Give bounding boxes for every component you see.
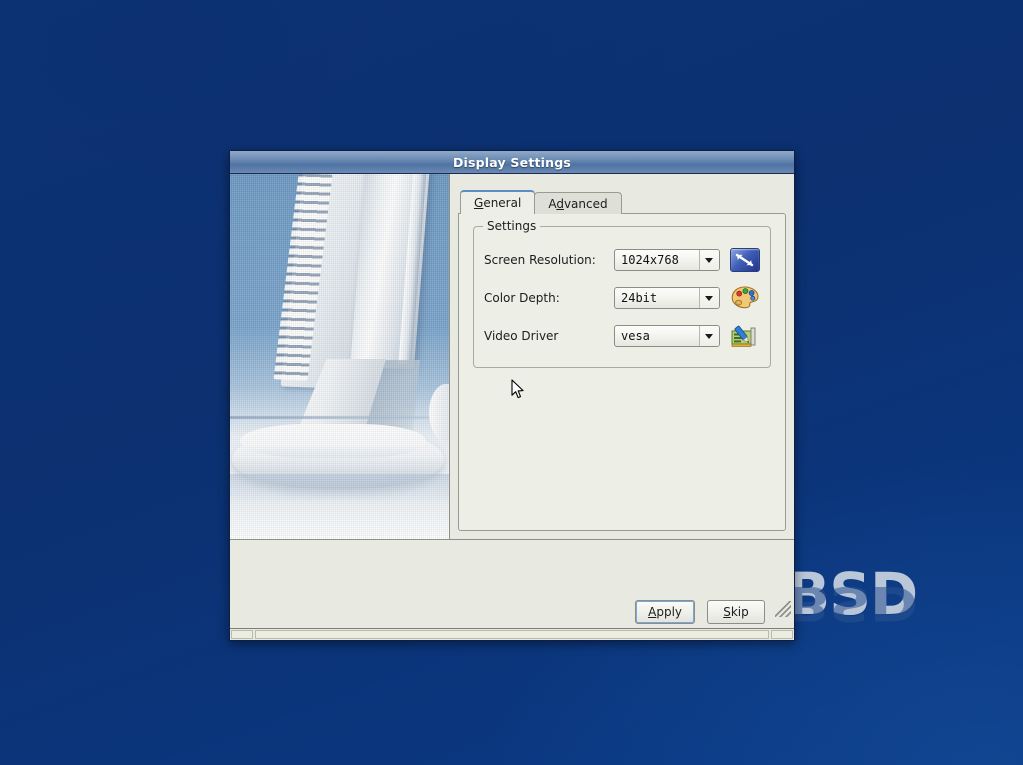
skip-button-mnemonic: S bbox=[723, 605, 731, 619]
settings-groupbox-legend: Settings bbox=[483, 219, 541, 233]
window-upper-area: General Advanced Settings Screen Resolut… bbox=[230, 174, 794, 540]
statusbar-segment-center bbox=[255, 630, 769, 639]
tab-advanced-mnemonic: d bbox=[556, 196, 564, 211]
apply-button[interactable]: Apply bbox=[635, 600, 695, 624]
skip-button-label: kip bbox=[730, 605, 749, 619]
settings-groupbox: Settings Screen Resolution: 1024x768 Col… bbox=[473, 219, 771, 368]
tab-advanced-label: vanced bbox=[563, 196, 608, 211]
screen-resolution-icon[interactable] bbox=[729, 245, 760, 275]
video-driver-value: vesa bbox=[621, 329, 650, 343]
skip-button[interactable]: Skip bbox=[707, 600, 765, 624]
row-color-depth: Color Depth: 24bit bbox=[484, 279, 760, 317]
row-screen-resolution: Screen Resolution: 1024x768 bbox=[484, 241, 760, 279]
video-driver-icon[interactable] bbox=[730, 321, 760, 351]
window-statusbar bbox=[230, 628, 794, 640]
tab-panel-general: Settings Screen Resolution: 1024x768 Col… bbox=[458, 213, 786, 531]
window-title: Display Settings bbox=[452, 154, 572, 170]
bsd-wordmark: BSD BSD bbox=[786, 565, 1023, 670]
tabletop-line-shape bbox=[230, 416, 449, 419]
settings-content: General Advanced Settings Screen Resolut… bbox=[450, 174, 794, 539]
window-body: General Advanced Settings Screen Resolut… bbox=[230, 174, 794, 640]
bsd-wordmark-reflection: BSD bbox=[786, 575, 918, 632]
chevron-down-icon[interactable] bbox=[698, 250, 719, 270]
tab-general[interactable]: General bbox=[460, 190, 536, 214]
tab-advanced[interactable]: Advanced bbox=[534, 192, 622, 214]
tab-strip: General Advanced bbox=[458, 190, 786, 214]
table-reflection-shape bbox=[230, 474, 449, 539]
dialog-footer: Apply Skip bbox=[230, 540, 794, 628]
resize-grip-icon[interactable] bbox=[775, 601, 791, 617]
row-video-driver: Video Driver vesa bbox=[484, 317, 760, 355]
video-driver-combobox[interactable]: vesa bbox=[614, 325, 720, 347]
side-object-shape bbox=[429, 384, 449, 442]
color-depth-combobox[interactable]: 24bit bbox=[614, 287, 720, 309]
monitor-preview-image bbox=[230, 174, 450, 539]
monitor-base-top-shape bbox=[240, 424, 426, 458]
display-settings-window: Display Settings General Advanced Settin… bbox=[229, 150, 795, 641]
desktop: BSD BSD Display Settings General Advance… bbox=[0, 0, 1023, 765]
statusbar-segment-right bbox=[771, 630, 793, 639]
color-palette-icon[interactable] bbox=[730, 283, 760, 313]
tab-general-label: eneral bbox=[483, 195, 522, 210]
screen-resolution-combobox[interactable]: 1024x768 bbox=[614, 249, 720, 271]
screen-resolution-value: 1024x768 bbox=[621, 253, 679, 267]
statusbar-segment-left bbox=[231, 630, 253, 639]
color-depth-label: Color Depth: bbox=[484, 291, 560, 305]
chevron-down-icon[interactable] bbox=[698, 288, 719, 308]
screen-resolution-label: Screen Resolution: bbox=[484, 253, 596, 267]
video-driver-label: Video Driver bbox=[484, 329, 559, 343]
bsd-wordmark-text: BSD bbox=[786, 560, 918, 628]
tab-general-mnemonic: G bbox=[474, 195, 484, 210]
chevron-down-icon[interactable] bbox=[698, 326, 719, 346]
apply-button-label: pply bbox=[656, 605, 682, 619]
color-depth-value: 24bit bbox=[621, 291, 658, 305]
window-titlebar[interactable]: Display Settings bbox=[230, 151, 794, 174]
